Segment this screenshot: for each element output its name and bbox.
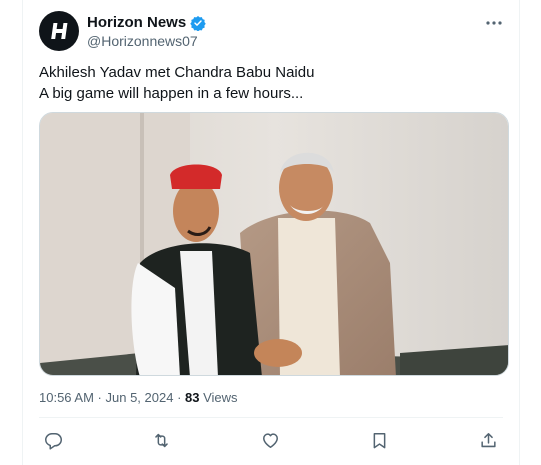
horizon-logo-icon: [51, 23, 68, 39]
tweet-text: Akhilesh Yadav met Chandra Babu Naidu A …: [39, 62, 314, 104]
tweet-card: Horizon News @Horizonnews07 Akhilesh Yad…: [22, 0, 520, 465]
verified-badge-icon: [190, 15, 206, 31]
reply-button[interactable]: [41, 428, 65, 452]
share-icon: [480, 432, 496, 447]
tweet-text-line: Akhilesh Yadav met Chandra Babu Naidu: [39, 64, 315, 81]
author-name-row[interactable]: Horizon News: [87, 14, 206, 31]
repost-button[interactable]: [150, 428, 174, 452]
tweet-meta: 10:56 AM · Jun 5, 2024 · 83 Views: [39, 390, 238, 405]
tweet-photo[interactable]: [39, 112, 509, 376]
action-bar: [39, 428, 503, 452]
meta-separator: ·: [93, 390, 106, 405]
tweet-time[interactable]: 10:56 AM: [39, 390, 94, 405]
views-count: 83: [185, 390, 200, 405]
meta-separator: ·: [173, 390, 186, 405]
repost-icon: [155, 433, 169, 447]
author-handle[interactable]: @Horizonnews07: [87, 33, 198, 49]
tweet-text-line: A big game will happen in a few hours...: [39, 85, 304, 102]
share-button[interactable]: [476, 428, 500, 452]
divider: [39, 417, 503, 418]
tweet-date[interactable]: Jun 5, 2024: [106, 390, 174, 405]
reply-icon: [44, 432, 62, 450]
author-name[interactable]: Horizon News: [87, 14, 186, 31]
views-label: Views: [199, 390, 238, 405]
photo-image: [40, 113, 508, 375]
bookmark-button[interactable]: [367, 428, 391, 452]
like-button[interactable]: [259, 428, 283, 452]
bookmark-icon: [373, 432, 386, 448]
avatar[interactable]: [39, 11, 79, 51]
heart-icon: [263, 432, 278, 448]
more-dots-icon: [486, 21, 502, 25]
more-options-button[interactable]: [483, 13, 505, 33]
